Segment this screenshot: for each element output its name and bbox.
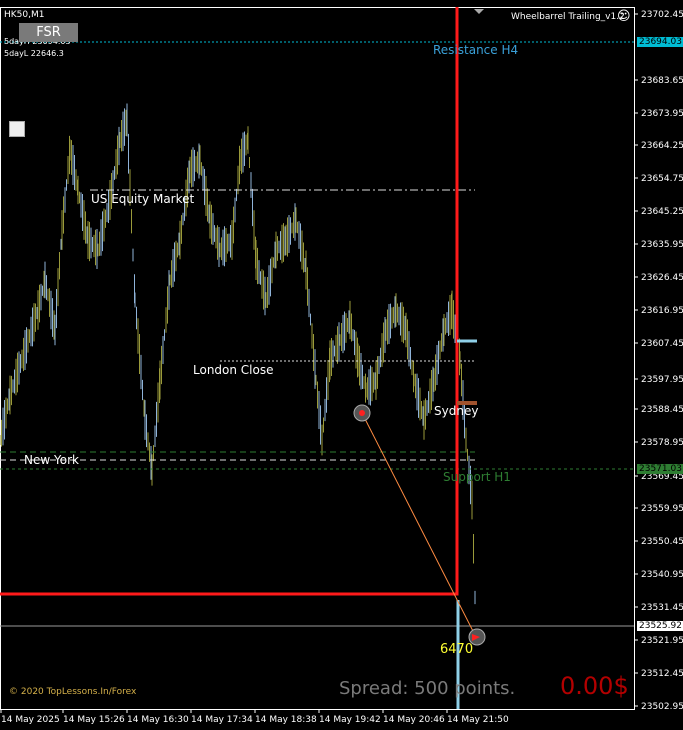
price-tick-label: 23502.95 (641, 702, 683, 712)
trade-entry-icon[interactable] (353, 404, 371, 422)
smiley-face-icon[interactable]: ☺ (617, 9, 631, 24)
time-tick-label: 14 May 18:38 (255, 715, 317, 725)
support-price-box: 23571.03 (637, 464, 683, 474)
time-tick-label: 14 May 20:46 (383, 715, 445, 725)
panel-toggle-checkbox[interactable] (9, 121, 25, 137)
new-york-label: New York (24, 453, 79, 467)
profit-text: 0.00$ (560, 672, 629, 700)
time-tick-label: 14 May 17:34 (191, 715, 253, 725)
price-tick-label: 23645.25 (641, 207, 683, 217)
support-label: Support H1 (443, 470, 511, 484)
symbol-timeframe: HK50,M1 (4, 10, 45, 20)
resistance-price-box: 23694.03 (637, 37, 683, 47)
time-tick-label: 14 May 16:30 (127, 715, 189, 725)
price-tick-label: 23531.45 (641, 603, 683, 613)
price-tick-label: 23597.95 (641, 375, 683, 385)
price-tick-label: 23550.45 (641, 537, 683, 547)
price-tick-label: 23626.45 (641, 273, 683, 283)
price-tick-label: 23588.45 (641, 405, 683, 415)
price-tick-label: 23521.95 (641, 636, 683, 646)
time-tick-label: 14 May 21:50 (447, 715, 509, 725)
five-day-low: 5dayL 22646.3 (4, 49, 64, 58)
time-tick-label: 14 May 2025 (1, 715, 60, 725)
time-tick-label: 14 May 15:26 (63, 715, 125, 725)
sydney-label: Sydney (434, 404, 479, 418)
current-price-box: 23525.92 (637, 621, 683, 631)
price-chart[interactable]: 23702.45 23683.65 23673.95 23664.25 23654.75… (0, 0, 683, 730)
ea-name: Wheelbarrel Trailing_v1.2 (511, 12, 625, 22)
trade-points: 6470 (440, 642, 474, 657)
price-tick-label: 23635.95 (641, 240, 683, 250)
price-tick-label: 23512.45 (641, 669, 683, 679)
time-tick-label: 14 May 19:42 (319, 715, 381, 725)
price-tick-label: 23702.45 (641, 10, 683, 20)
copyright: © 2020 TopLessons.In/Forex (9, 687, 137, 697)
price-tick-label: 23559.95 (641, 504, 683, 514)
price-tick-label: 23607.45 (641, 339, 683, 349)
resistance-label: Resistance H4 (433, 43, 519, 57)
price-tick-label: 23616.95 (641, 306, 683, 316)
fsr-button[interactable]: FSR (19, 23, 78, 42)
price-tick-label: 23540.95 (641, 570, 683, 580)
spread-text: Spread: 500 points. (339, 678, 516, 699)
price-tick-label: 23683.65 (641, 76, 683, 86)
london-close-label: London Close (193, 363, 274, 377)
price-tick-label: 23673.95 (641, 109, 683, 119)
price-tick-label: 23654.75 (641, 174, 683, 184)
us-equity-label: US Equity Market (91, 192, 195, 206)
price-tick-label: 23664.25 (641, 141, 683, 151)
price-tick-label: 23578.95 (641, 438, 683, 448)
